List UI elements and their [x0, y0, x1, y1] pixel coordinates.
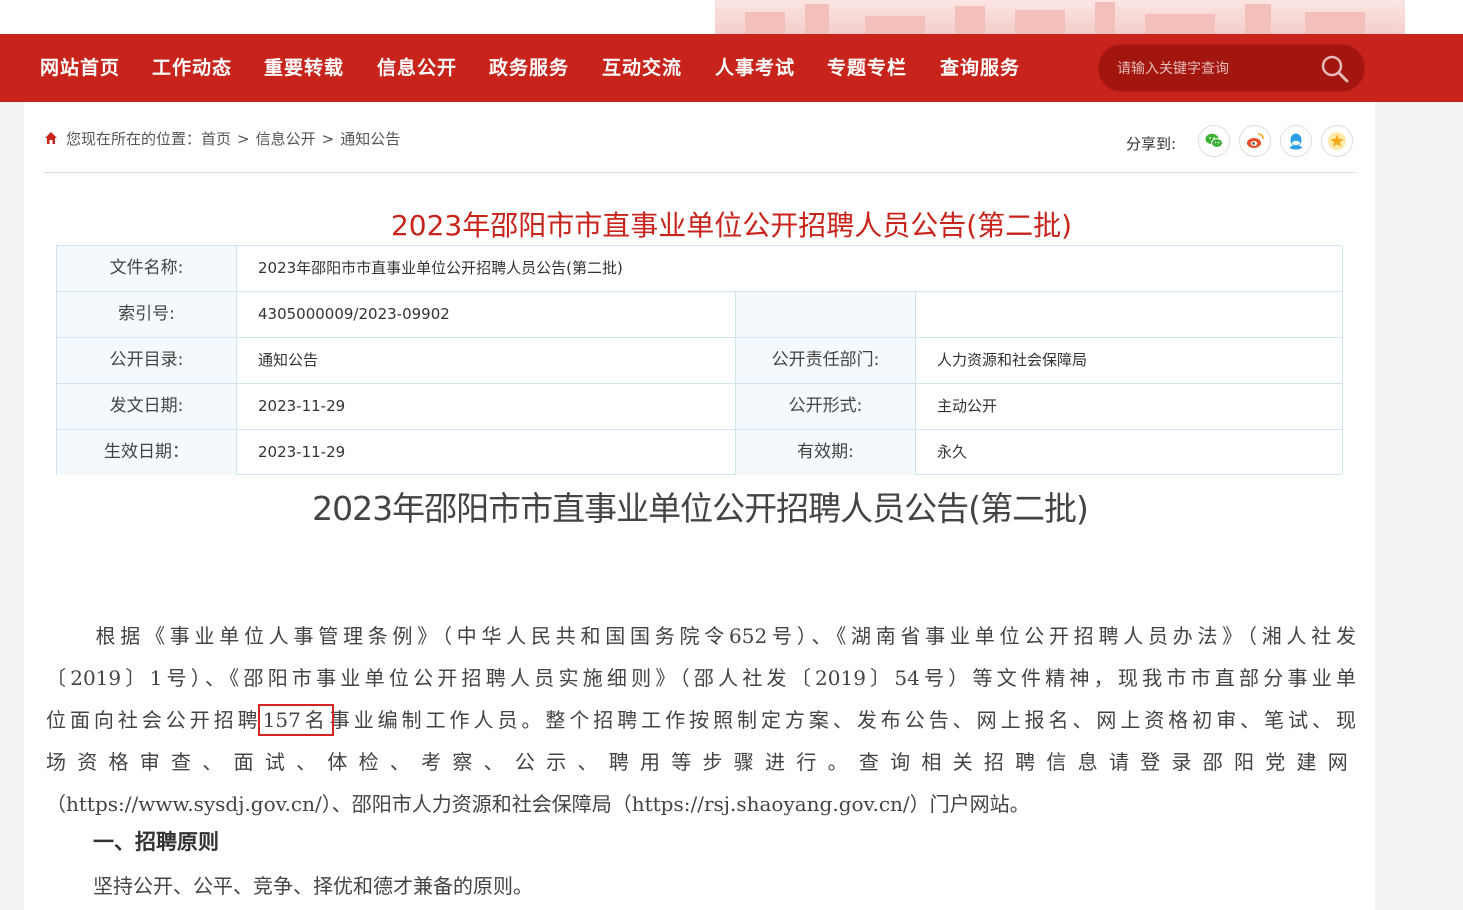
breadcrumb-prefix: 您现在所在的位置： — [66, 130, 202, 148]
search-input[interactable] — [1115, 45, 1319, 93]
meta-value: 2023-11-29 — [237, 430, 736, 475]
page-title: 2023年邵阳市市直事业单位公开招聘人员公告(第二批) — [390, 209, 1073, 242]
weibo-icon — [1247, 133, 1264, 148]
meta-value: 通知公告 — [237, 338, 736, 383]
article-line: 场资格审查、面试、体检、考察、公示、聘用等步骤进行。查询相关招聘信息请登录邵阳党… — [46, 750, 1356, 774]
nav-item-work-news[interactable]: 工作动态 — [152, 34, 232, 102]
meta-value — [916, 292, 1342, 337]
section-paragraph: 坚持公开、公平、竞争、择优和德才兼备的原则。 — [93, 874, 533, 898]
article-title: 2023年邵阳市市直事业单位公开招聘人员公告(第二批) — [312, 489, 1089, 528]
article-line: 〔2019〕1号）、《邵阳市事业单位公开招聘人员实施细则》（邵人社发〔2019〕… — [46, 666, 1356, 690]
meta-label — [736, 292, 916, 337]
nav-item-reprints[interactable]: 重要转载 — [264, 34, 344, 102]
breadcrumb-info-disclosure[interactable]: 信息公开 — [256, 130, 316, 148]
share-label: 分享到: — [1126, 135, 1177, 153]
article-line: 根据《事业单位人事管理条例》（中华人民共和国国务院令652号）、《湖南省事业单位… — [46, 624, 1357, 648]
article-paragraph: 根据《事业单位人事管理条例》（中华人民共和国国务院令652号）、《湖南省事业单位… — [46, 615, 1356, 825]
nav-item-personnel-exam[interactable]: 人事考试 — [715, 34, 795, 102]
share-wechat-button[interactable] — [1198, 125, 1230, 157]
meta-row-issue-date: 发文日期: 2023-11-29 公开形式: 主动公开 — [57, 384, 1342, 430]
section-heading: 一、招聘原则 — [93, 829, 219, 854]
highlighted-count: 157名 — [257, 704, 334, 736]
main-nav: 网站首页 工作动态 重要转载 信息公开 政务服务 互动交流 人事考试 专题专栏 … — [0, 34, 1463, 102]
article-text: 位面向社会公开招聘 — [46, 708, 262, 732]
nav-item-home[interactable]: 网站首页 — [40, 34, 120, 102]
breadcrumb-notices[interactable]: 通知公告 — [340, 130, 400, 148]
breadcrumb: 您现在所在的位置：首页 > 信息公开 > 通知公告 — [44, 128, 400, 149]
nav-item-query-services[interactable]: 查询服务 — [940, 34, 1020, 102]
search-box — [1098, 44, 1365, 93]
breadcrumb-divider — [44, 172, 1355, 173]
meta-value: 主动公开 — [937, 397, 998, 415]
meta-value: 4305000009/2023-09902 — [237, 292, 736, 337]
article-text: 事业编制工作人员。整个招聘工作按照制定方案、发布公告、网上报名、网上资格初审、笔… — [329, 708, 1357, 732]
favorite-star-icon — [1328, 132, 1346, 150]
nav-item-gov-services[interactable]: 政务服务 — [489, 34, 569, 102]
meta-label: 生效日期： — [57, 430, 237, 475]
meta-label: 公开形式: — [736, 384, 916, 429]
breadcrumb-separator: > — [237, 130, 250, 148]
home-icon[interactable] — [44, 131, 58, 145]
nav-item-interaction[interactable]: 互动交流 — [602, 34, 682, 102]
meta-row-file-name: 文件名称: 2023年邵阳市市直事业单位公开招聘人员公告(第二批) — [57, 246, 1342, 292]
meta-label: 索引号: — [57, 292, 237, 337]
qq-icon — [1290, 133, 1302, 150]
article-line: 位面向社会公开招聘157名事业编制工作人员。整个招聘工作按照制定方案、发布公告、… — [46, 699, 1356, 741]
skyline-decoration — [715, 0, 1405, 34]
meta-row-index: 索引号: 4305000009/2023-09902 — [57, 292, 1342, 338]
meta-value: 人力资源和社会保障局 — [937, 351, 1088, 369]
meta-label: 公开责任部门: — [736, 338, 916, 383]
breadcrumb-home[interactable]: 首页 — [201, 130, 231, 148]
nav-item-special-topics[interactable]: 专题专栏 — [827, 34, 907, 102]
article-line: （https://www.sysdj.gov.cn/）、邵阳市人力资源和社会保障… — [46, 792, 1030, 816]
meta-row-catalog: 公开目录: 通知公告 公开责任部门: 人力资源和社会保障局 — [57, 338, 1342, 384]
meta-label: 发文日期: — [57, 384, 237, 429]
share-favorite-button[interactable] — [1321, 125, 1353, 157]
document-meta-table: 文件名称: 2023年邵阳市市直事业单位公开招聘人员公告(第二批) 索引号: 4… — [56, 245, 1343, 475]
breadcrumb-separator: > — [321, 130, 335, 148]
search-icon[interactable] — [1320, 54, 1350, 84]
meta-value: 2023年邵阳市市直事业单位公开招聘人员公告(第二批) — [258, 259, 623, 277]
meta-row-effective-date: 生效日期： 2023-11-29 有效期: 永久 — [57, 430, 1342, 476]
article-body: 根据《事业单位人事管理条例》（中华人民共和国国务院令652号）、《湖南省事业单位… — [46, 615, 1356, 825]
share-weibo-button[interactable] — [1239, 125, 1271, 157]
meta-label: 公开目录: — [57, 338, 237, 383]
meta-label: 文件名称: — [57, 246, 237, 291]
wechat-icon — [1205, 133, 1223, 148]
top-banner — [0, 0, 1463, 34]
share-qq-button[interactable] — [1280, 125, 1312, 157]
meta-label: 有效期: — [736, 430, 916, 475]
nav-item-info-disclosure[interactable]: 信息公开 — [377, 34, 457, 102]
meta-value: 永久 — [937, 443, 968, 461]
meta-value: 2023-11-29 — [237, 384, 736, 429]
